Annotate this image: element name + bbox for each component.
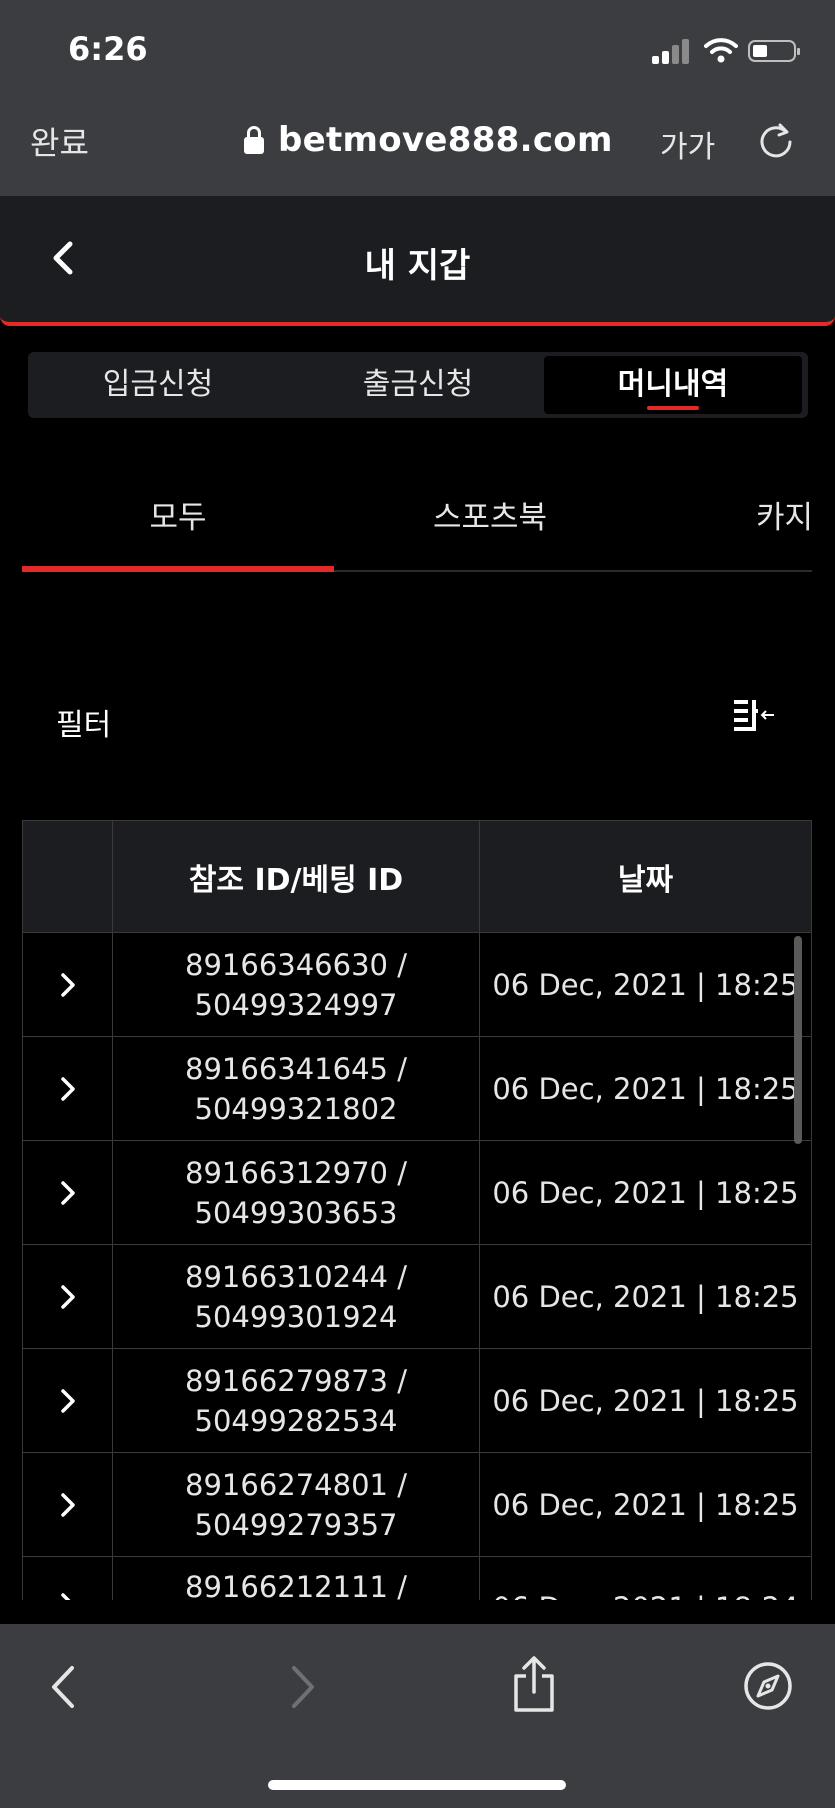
browser-toolbar xyxy=(0,1624,835,1808)
chevron-right-icon xyxy=(60,1593,70,1600)
expand-row-button[interactable] xyxy=(22,1140,112,1244)
tab-money-history[interactable]: 머니내역 xyxy=(544,356,802,414)
tab-deposit-request[interactable]: 입금신청 xyxy=(28,352,288,418)
id-cell: 89166341645 / 50499321802 xyxy=(112,1036,479,1140)
expand-row-button[interactable] xyxy=(22,1348,112,1452)
table-row[interactable]: 89166274801 / 50499279357 06 Dec, 2021 |… xyxy=(22,1452,812,1556)
id-cell: 89166212111 / xyxy=(112,1556,479,1600)
table-scrollbar[interactable] xyxy=(794,936,802,1144)
date-cell: 06 Dec, 2021 | 18:25 xyxy=(479,1036,812,1140)
home-indicator xyxy=(268,1780,566,1790)
table-row[interactable]: 89166212111 / 06 Dec, 2021 | 18:24 xyxy=(22,1556,812,1600)
ref-id: 89166341645 / xyxy=(185,1051,407,1086)
filter-label[interactable]: 필터 xyxy=(56,700,111,744)
money-history-table: 참조 ID/베팅 ID 날짜 89166346630 / 50499324997… xyxy=(22,820,812,1600)
date-cell: 06 Dec, 2021 | 18:25 xyxy=(479,932,812,1036)
date-cell: 06 Dec, 2021 | 18:25 xyxy=(479,1244,812,1348)
tab-label: 입금신청 xyxy=(102,367,214,402)
bet-id: 50499324997 xyxy=(194,987,398,1022)
tab-label: 머니내역 xyxy=(617,367,729,402)
table-row[interactable]: 89166310244 / 50499301924 06 Dec, 2021 |… xyxy=(22,1244,812,1348)
bet-id: 50499282534 xyxy=(194,1403,398,1438)
chevron-right-icon xyxy=(60,1492,75,1517)
url-text: betmove888.com xyxy=(278,120,613,160)
subtab-casino[interactable]: 카지 xyxy=(756,492,835,537)
expand-row-button[interactable] xyxy=(22,1244,112,1348)
lock-icon xyxy=(244,126,264,154)
table-row[interactable]: 89166279873 / 50499282534 06 Dec, 2021 |… xyxy=(22,1348,812,1452)
chevron-right-icon xyxy=(60,1388,75,1413)
id-cell: 89166312970 / 50499303653 xyxy=(112,1140,479,1244)
bet-id: 50499321802 xyxy=(194,1091,398,1126)
tab-label: 출금신청 xyxy=(362,367,474,402)
page-title: 내 지갑 xyxy=(364,246,471,286)
id-cell: 89166346630 / 50499324997 xyxy=(112,932,479,1036)
header-expand xyxy=(22,820,112,932)
address-bar[interactable]: betmove888.com xyxy=(244,118,613,162)
ref-id: 89166212111 / xyxy=(185,1570,407,1600)
subtab-active-indicator xyxy=(22,566,334,572)
subtab-sportsbook[interactable]: 스포츠북 xyxy=(334,492,646,537)
page-header: 내 지갑 xyxy=(0,196,835,326)
bet-id: 50499301924 xyxy=(194,1299,398,1334)
ref-id: 89166346630 / xyxy=(185,947,407,982)
chevron-right-icon xyxy=(60,1076,75,1101)
date-cell: 06 Dec, 2021 | 18:24 xyxy=(479,1556,812,1600)
id-cell: 89166279873 / 50499282534 xyxy=(112,1348,479,1452)
date-cell: 06 Dec, 2021 | 18:25 xyxy=(479,1348,812,1452)
date-cell: 06 Dec, 2021 | 18:25 xyxy=(479,1452,812,1556)
history-sub-tabs: 모두 스포츠북 카지 xyxy=(22,470,835,572)
bet-id: 50499303653 xyxy=(194,1195,398,1230)
status-bar: 6:26 xyxy=(0,0,835,98)
reload-icon[interactable] xyxy=(756,120,796,160)
done-button[interactable]: 완료 xyxy=(30,118,89,164)
ref-id: 89166310244 / xyxy=(185,1259,407,1294)
browser-forward-icon[interactable] xyxy=(286,1664,318,1710)
id-cell: 89166274801 / 50499279357 xyxy=(112,1452,479,1556)
wifi-icon xyxy=(704,38,738,63)
table-row[interactable]: 89166341645 / 50499321802 06 Dec, 2021 |… xyxy=(22,1036,812,1140)
text-size-button[interactable]: 가가 xyxy=(660,122,715,166)
expand-row-button[interactable] xyxy=(22,1036,112,1140)
battery-icon xyxy=(748,40,800,62)
browser-back-icon[interactable] xyxy=(48,1664,80,1710)
active-tab-underline xyxy=(647,406,699,410)
chevron-right-icon xyxy=(60,1284,75,1309)
ref-id: 89166279873 / xyxy=(185,1363,407,1398)
table-row[interactable]: 89166312970 / 50499303653 06 Dec, 2021 |… xyxy=(22,1140,812,1244)
browser-bar: 완료 betmove888.com 가가 xyxy=(0,98,835,196)
table-row[interactable]: 89166346630 / 50499324997 06 Dec, 2021 |… xyxy=(22,932,812,1036)
ref-id: 89166274801 / xyxy=(185,1467,407,1502)
filter-toggle-icon[interactable] xyxy=(732,696,776,738)
header-ref-bet-id: 참조 ID/베팅 ID xyxy=(112,820,479,932)
id-cell: 89166310244 / 50499301924 xyxy=(112,1244,479,1348)
status-time: 6:26 xyxy=(68,30,148,68)
chevron-right-icon xyxy=(60,972,75,997)
header-date: 날짜 xyxy=(479,820,812,932)
wallet-tabs: 입금신청 출금신청 머니내역 xyxy=(28,352,808,418)
compass-icon[interactable] xyxy=(742,1660,794,1712)
expand-row-button[interactable] xyxy=(22,1452,112,1556)
share-icon[interactable] xyxy=(510,1654,558,1714)
expand-row-button[interactable] xyxy=(22,932,112,1036)
ref-id: 89166312970 / xyxy=(185,1155,407,1190)
subtab-all[interactable]: 모두 xyxy=(22,492,334,537)
date-cell: 06 Dec, 2021 | 18:25 xyxy=(479,1140,812,1244)
tab-withdraw-request[interactable]: 출금신청 xyxy=(288,352,548,418)
table-header-row: 참조 ID/베팅 ID 날짜 xyxy=(22,820,812,932)
expand-row-button[interactable] xyxy=(22,1556,112,1600)
cellular-signal-icon xyxy=(652,38,692,64)
bet-id: 50499279357 xyxy=(194,1507,398,1542)
chevron-right-icon xyxy=(60,1180,75,1205)
